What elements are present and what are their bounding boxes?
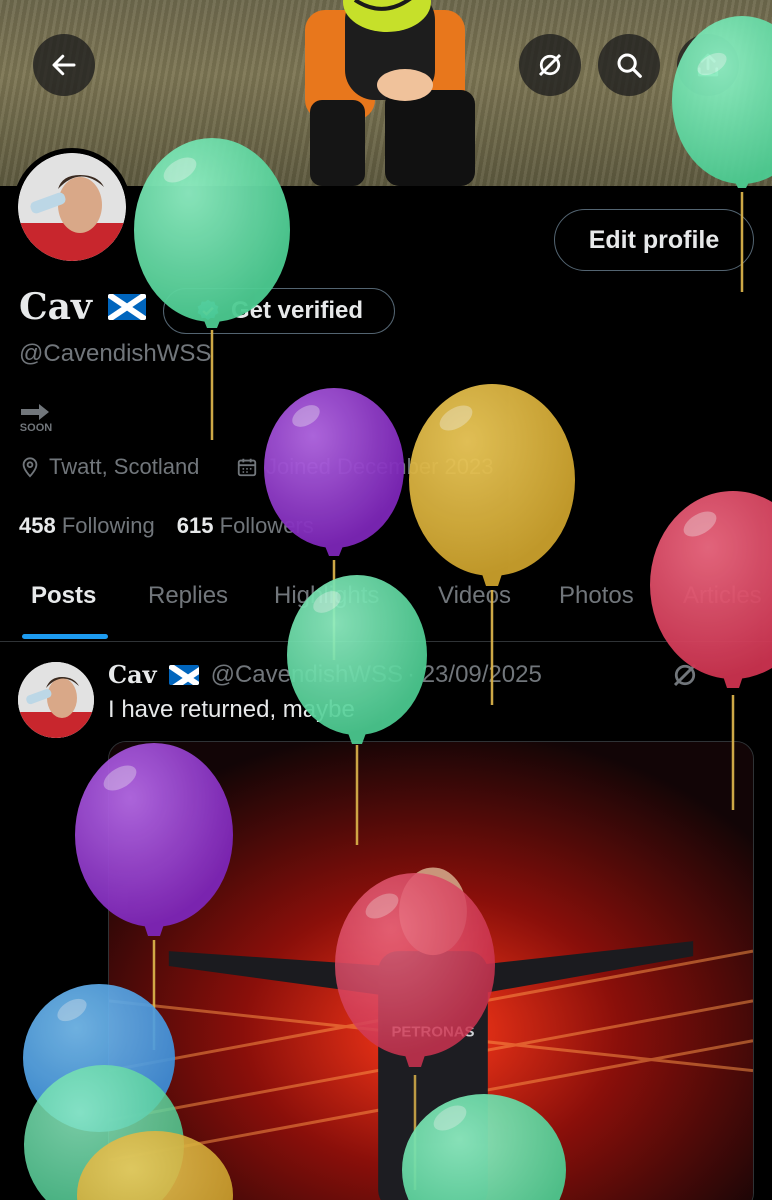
post-image-caption: PETRONAS	[391, 1024, 474, 1041]
tab-photos[interactable]: Photos	[559, 582, 634, 610]
follow-counts: 458 Following 615 Followers	[19, 513, 314, 539]
post-avatar[interactable]	[18, 662, 94, 738]
tab-posts[interactable]: Posts	[31, 582, 96, 610]
share-button[interactable]	[677, 34, 739, 96]
tab-replies[interactable]: Replies	[148, 582, 228, 610]
tab-videos[interactable]: Videos	[438, 582, 511, 610]
profile-handle: @CavendishWSS	[19, 340, 212, 367]
soon-badge: SOON	[19, 402, 53, 434]
search-icon	[617, 53, 642, 78]
active-tab-indicator	[22, 634, 108, 639]
search-button[interactable]	[598, 34, 660, 96]
post-date[interactable]: · 23/09/2025	[407, 661, 542, 689]
share-icon	[697, 53, 719, 77]
followers-link[interactable]: 615 Followers	[177, 513, 314, 539]
calendar-icon	[237, 458, 257, 477]
post-author-handle[interactable]: @CavendishWSS	[211, 661, 403, 689]
scotland-flag-icon	[168, 664, 199, 685]
post-text: I have returned, maybe	[108, 696, 355, 723]
post-header: Cav @CavendishWSS · 23/09/2025	[108, 660, 542, 689]
tab-articles[interactable]: Articles	[683, 582, 762, 610]
banner-driver-image	[305, 0, 475, 186]
scotland-flag-icon	[107, 294, 146, 320]
location-pin-icon	[22, 457, 38, 478]
edit-profile-button[interactable]: Edit profile	[554, 209, 754, 271]
tab-highlights[interactable]: Highlights	[274, 582, 379, 610]
following-link[interactable]: 458 Following	[19, 513, 155, 539]
post-image[interactable]: PETRONAS	[108, 741, 754, 1200]
profile-location: Twatt, Scotland	[19, 454, 199, 480]
post-avatar-image	[18, 662, 94, 738]
profile-name: Cav	[19, 286, 146, 328]
profile-joined: Joined December 2023	[236, 454, 493, 480]
grok-button[interactable]	[519, 34, 581, 96]
post-author-name[interactable]: Cav	[108, 660, 157, 689]
arrow-right-icon	[21, 404, 49, 420]
balloon-yellow	[409, 384, 575, 705]
profile-tabs: Posts Replies Highlights Videos Photos A…	[0, 570, 772, 642]
profile-banner[interactable]	[0, 0, 772, 186]
arrow-left-icon	[52, 54, 76, 76]
profile-avatar[interactable]	[13, 148, 131, 266]
verified-badge-icon	[197, 299, 219, 320]
avatar-image	[18, 153, 126, 261]
grok-icon	[538, 53, 562, 77]
grok-icon[interactable]	[670, 660, 700, 690]
post-image-art: PETRONAS	[109, 742, 753, 1200]
display-name: Cav	[19, 286, 92, 328]
back-button[interactable]	[33, 34, 95, 96]
get-verified-button[interactable]: Get verified	[163, 288, 395, 334]
get-verified-label: Get verified	[230, 297, 364, 324]
